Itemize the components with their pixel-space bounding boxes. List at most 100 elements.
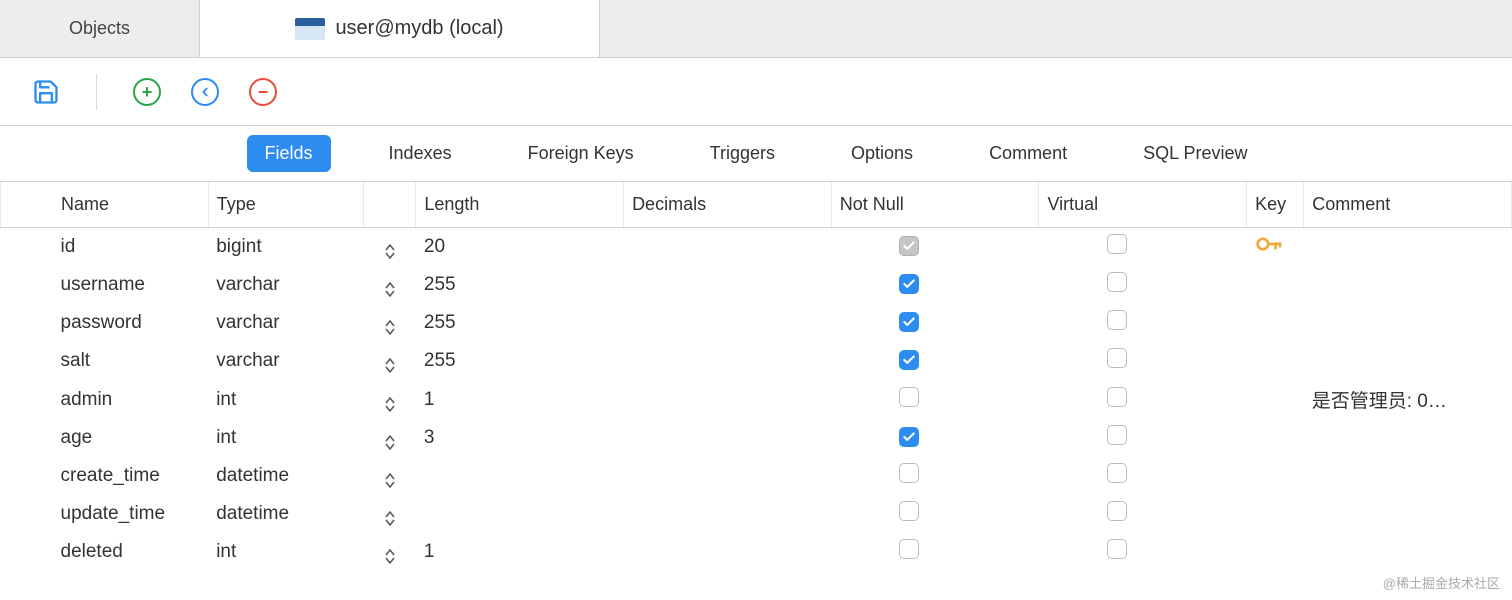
virtual-checkbox[interactable]	[1107, 501, 1127, 521]
table-row[interactable]: create_timedatetime	[1, 457, 1512, 495]
cell-selector[interactable]	[364, 266, 416, 304]
virtual-checkbox[interactable]	[1107, 310, 1127, 330]
cell-selector[interactable]	[364, 533, 416, 571]
not-null-checkbox[interactable]	[899, 539, 919, 559]
cell-comment[interactable]	[1304, 419, 1512, 457]
cell-length[interactable]	[416, 495, 624, 533]
add-field-button[interactable]: +	[133, 78, 161, 106]
cell-type[interactable]: int	[208, 419, 364, 457]
cell-decimals[interactable]	[624, 457, 832, 495]
cell-decimals[interactable]	[624, 495, 832, 533]
type-selector-icon[interactable]	[385, 282, 395, 297]
tab-objects[interactable]: Objects	[0, 0, 200, 57]
cell-selector[interactable]	[364, 304, 416, 342]
cell-comment[interactable]	[1304, 533, 1512, 571]
subtab-sql-preview[interactable]: SQL Preview	[1125, 135, 1265, 172]
table-row[interactable]: saltvarchar 255	[1, 342, 1512, 380]
cell-name[interactable]: username	[1, 266, 209, 304]
cell-type[interactable]: bigint	[208, 228, 364, 267]
type-selector-icon[interactable]	[385, 397, 395, 412]
cell-type[interactable]: int	[208, 380, 364, 419]
cell-comment[interactable]	[1304, 495, 1512, 533]
cell-selector[interactable]	[364, 228, 416, 267]
cell-length[interactable]: 255	[416, 342, 624, 380]
cell-name[interactable]: deleted	[1, 533, 209, 571]
virtual-checkbox[interactable]	[1107, 463, 1127, 483]
table-row[interactable]: adminint 1 是否管理员: 0…	[1, 380, 1512, 419]
cell-type[interactable]: datetime	[208, 457, 364, 495]
cell-decimals[interactable]	[624, 304, 832, 342]
cell-length[interactable]: 1	[416, 533, 624, 571]
column-header-not-null[interactable]: Not Null	[831, 182, 1039, 228]
virtual-checkbox[interactable]	[1107, 387, 1127, 407]
cell-name[interactable]: create_time	[1, 457, 209, 495]
virtual-checkbox[interactable]	[1107, 234, 1127, 254]
type-selector-icon[interactable]	[385, 473, 395, 488]
tab-user-table[interactable]: user@mydb (local)	[200, 0, 600, 57]
column-header-name[interactable]: Name	[1, 182, 209, 228]
type-selector-icon[interactable]	[385, 435, 395, 450]
cell-name[interactable]: age	[1, 419, 209, 457]
not-null-checkbox[interactable]	[899, 427, 919, 447]
table-row[interactable]: idbigint 20	[1, 228, 1512, 267]
not-null-checkbox[interactable]	[899, 463, 919, 483]
cell-comment[interactable]	[1304, 457, 1512, 495]
table-row[interactable]: ageint 3	[1, 419, 1512, 457]
subtab-triggers[interactable]: Triggers	[692, 135, 793, 172]
cell-name[interactable]: id	[1, 228, 209, 267]
type-selector-icon[interactable]	[385, 358, 395, 373]
type-selector-icon[interactable]	[385, 549, 395, 564]
cell-length[interactable]: 255	[416, 266, 624, 304]
cell-type[interactable]: int	[208, 533, 364, 571]
cell-selector[interactable]	[364, 380, 416, 419]
not-null-checkbox[interactable]	[899, 501, 919, 521]
cell-decimals[interactable]	[624, 228, 832, 267]
cell-decimals[interactable]	[624, 266, 832, 304]
column-header-key[interactable]: Key	[1247, 182, 1304, 228]
cell-decimals[interactable]	[624, 342, 832, 380]
cell-decimals[interactable]	[624, 533, 832, 571]
cell-selector[interactable]	[364, 419, 416, 457]
cell-type[interactable]: varchar	[208, 266, 364, 304]
virtual-checkbox[interactable]	[1107, 539, 1127, 559]
cell-decimals[interactable]	[624, 419, 832, 457]
cell-type[interactable]: varchar	[208, 342, 364, 380]
not-null-checkbox[interactable]	[899, 274, 919, 294]
cell-comment[interactable]	[1304, 228, 1512, 267]
cell-length[interactable]: 3	[416, 419, 624, 457]
subtab-foreign-keys[interactable]: Foreign Keys	[510, 135, 652, 172]
cell-selector[interactable]	[364, 457, 416, 495]
type-selector-icon[interactable]	[385, 511, 395, 526]
cell-length[interactable]: 20	[416, 228, 624, 267]
cell-length[interactable]	[416, 457, 624, 495]
table-row[interactable]: passwordvarchar255	[1, 304, 1512, 342]
subtab-indexes[interactable]: Indexes	[371, 135, 470, 172]
cell-name[interactable]: admin	[1, 380, 209, 419]
subtab-options[interactable]: Options	[833, 135, 931, 172]
cell-comment[interactable]	[1304, 266, 1512, 304]
subtab-comment[interactable]: Comment	[971, 135, 1085, 172]
subtab-fields[interactable]: Fields	[247, 135, 331, 172]
table-row[interactable]: deletedint 1	[1, 533, 1512, 571]
save-button[interactable]	[32, 78, 60, 106]
not-null-checkbox[interactable]	[899, 350, 919, 370]
not-null-checkbox[interactable]	[899, 387, 919, 407]
cell-selector[interactable]	[364, 342, 416, 380]
column-header-decimals[interactable]: Decimals	[624, 182, 832, 228]
not-null-checkbox[interactable]	[899, 312, 919, 332]
cell-length[interactable]: 1	[416, 380, 624, 419]
column-header-length[interactable]: Length	[416, 182, 624, 228]
column-header-virtual[interactable]: Virtual	[1039, 182, 1247, 228]
cell-decimals[interactable]	[624, 380, 832, 419]
virtual-checkbox[interactable]	[1107, 425, 1127, 445]
cell-comment[interactable]	[1304, 342, 1512, 380]
cell-name[interactable]: salt	[1, 342, 209, 380]
virtual-checkbox[interactable]	[1107, 348, 1127, 368]
type-selector-icon[interactable]	[385, 320, 395, 335]
column-header-comment[interactable]: Comment	[1304, 182, 1512, 228]
cell-type[interactable]: varchar	[208, 304, 364, 342]
cell-comment[interactable]: 是否管理员: 0…	[1304, 380, 1512, 419]
table-row[interactable]: usernamevarchar 255	[1, 266, 1512, 304]
cell-name[interactable]: update_time	[1, 495, 209, 533]
remove-field-button[interactable]: −	[249, 78, 277, 106]
